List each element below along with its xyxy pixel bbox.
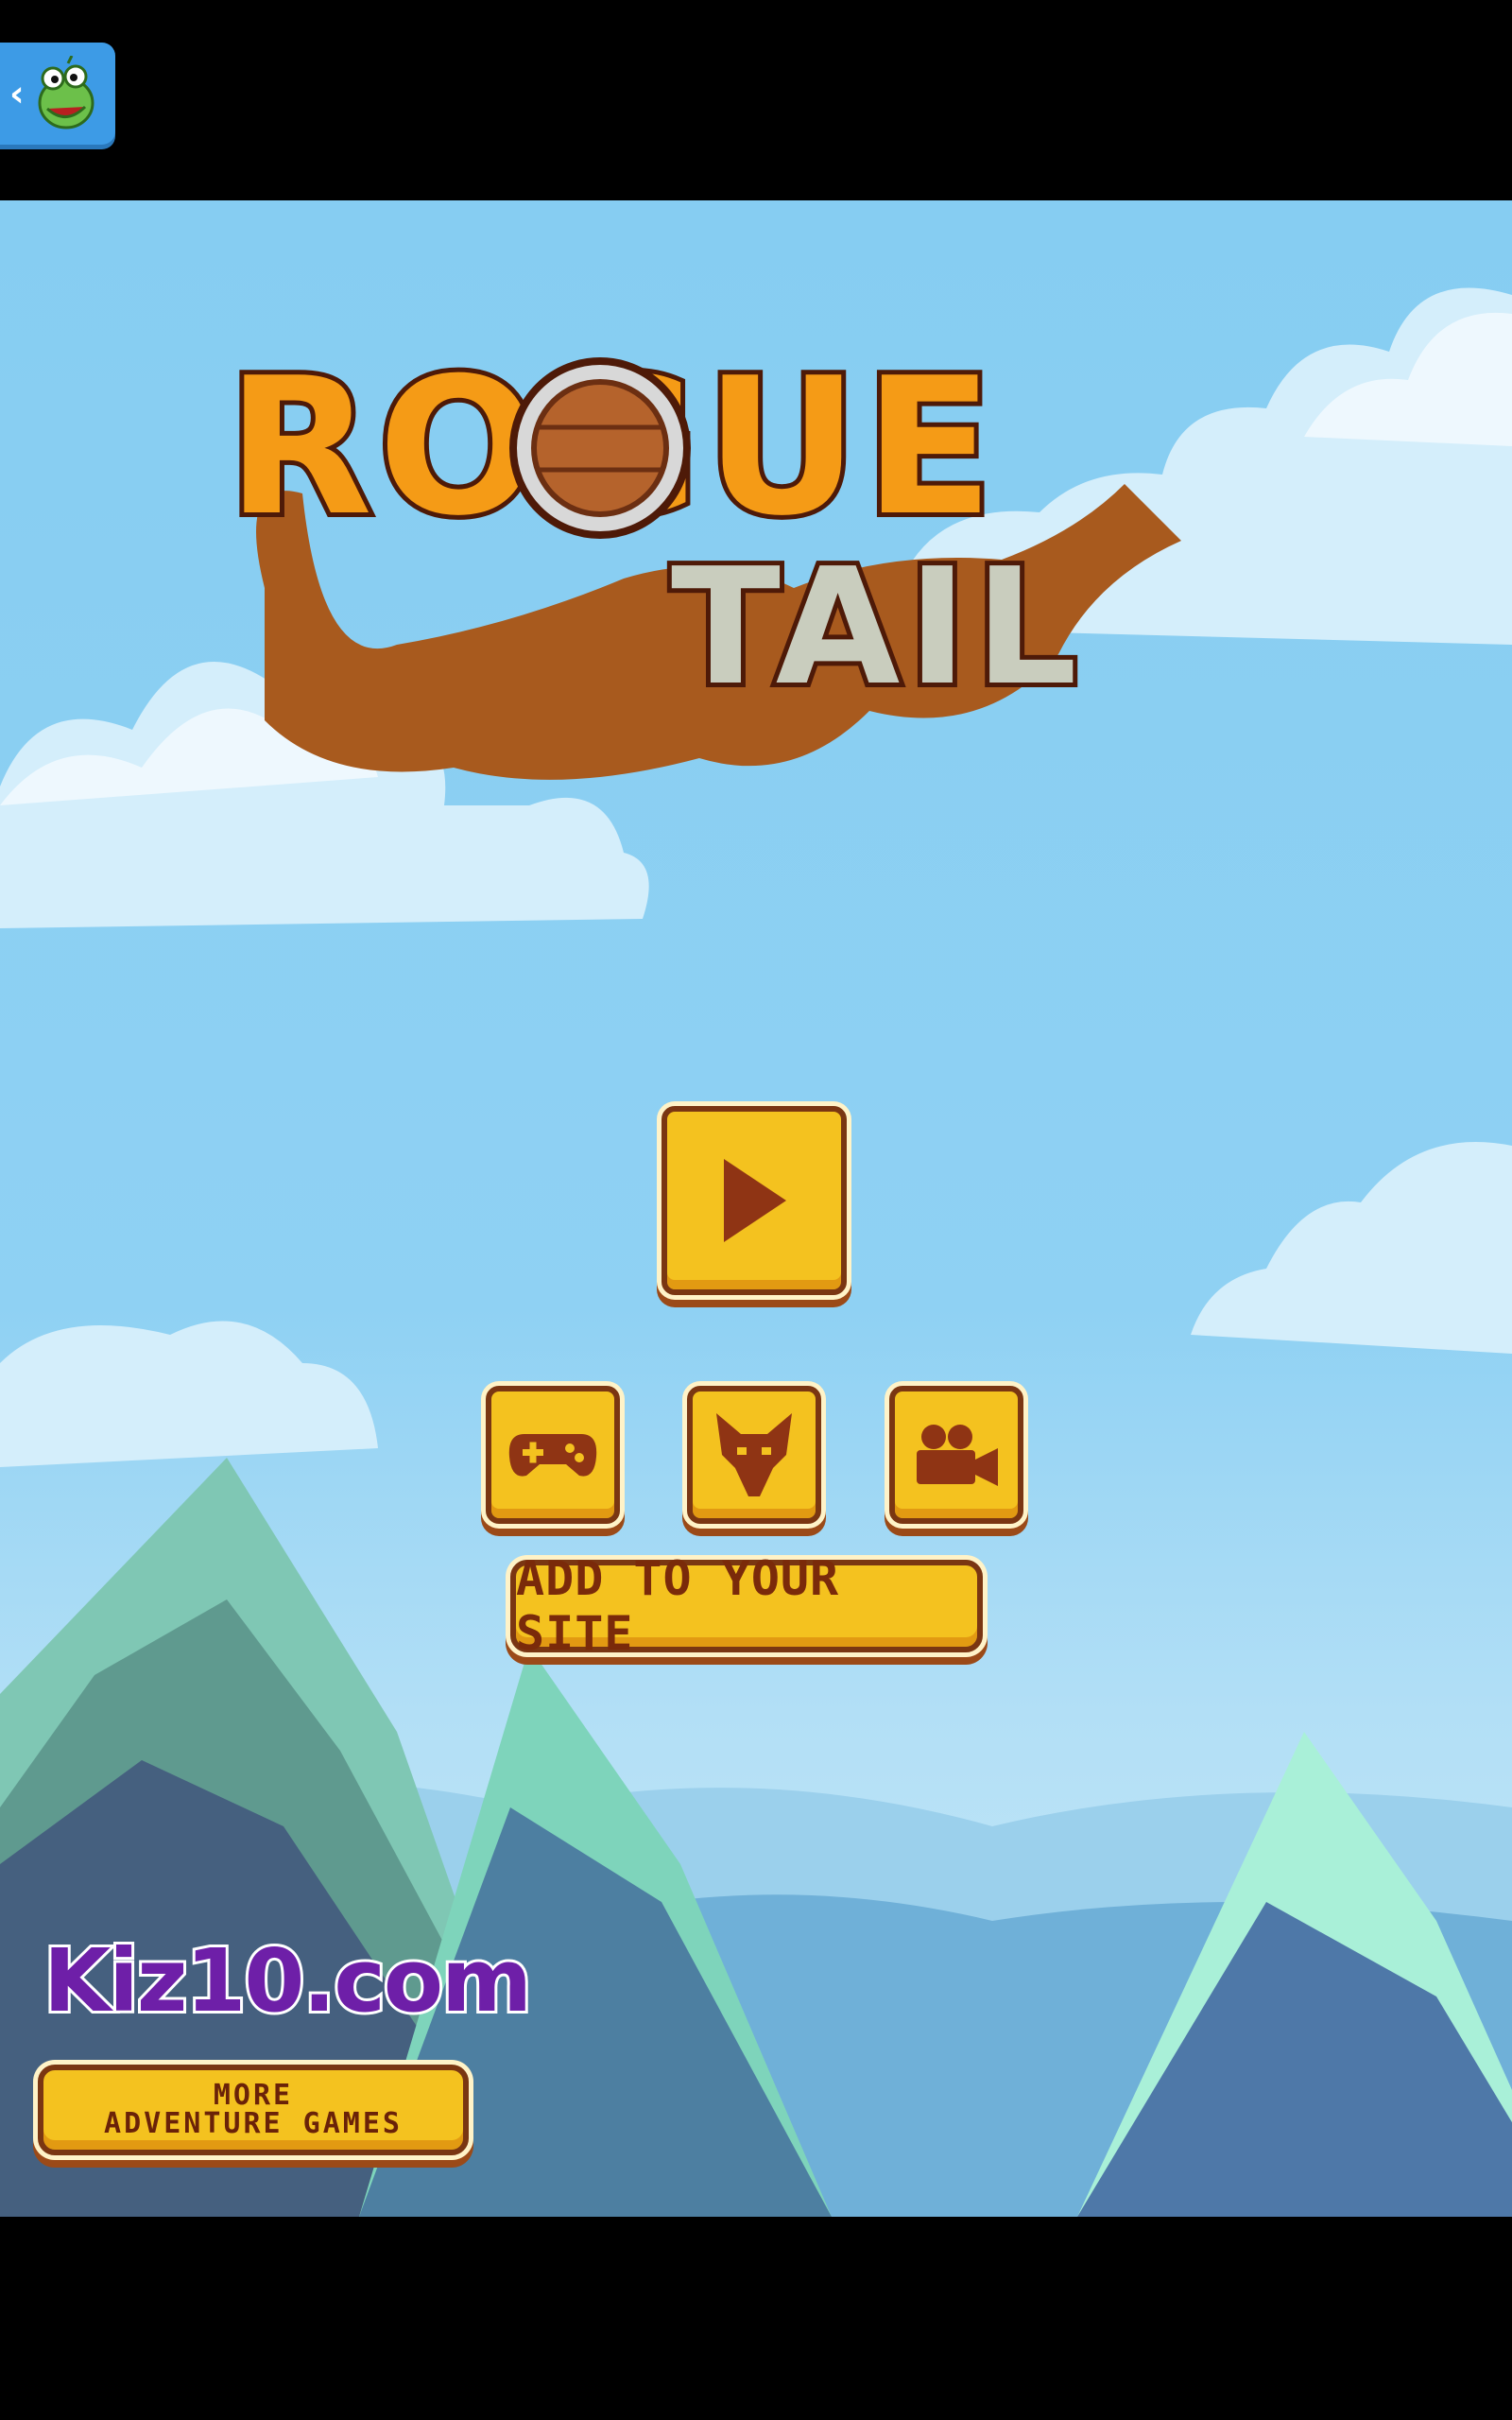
chevron-left-icon: ‹ [9, 73, 25, 114]
add-to-site-button[interactable]: ADD TO YOUR SITE [510, 1551, 983, 1661]
back-button[interactable]: ‹ [0, 43, 115, 145]
add-to-site-label: ADD TO YOUR SITE [516, 1551, 840, 1661]
logo-tail: TAIL [671, 534, 1085, 721]
more-games-line1: MORE [213, 2079, 294, 2112]
kiz10-logo[interactable]: Kiz10.com [41, 1927, 535, 2034]
play-button[interactable] [662, 1106, 847, 1295]
gamepad-icon [508, 1434, 597, 1477]
character-button[interactable] [687, 1386, 821, 1524]
play-icon [724, 1159, 786, 1242]
frog-mascot-icon [38, 56, 94, 130]
more-games-line2: ADVENTURE GAMES [104, 2107, 403, 2140]
video-camera-icon [917, 1425, 998, 1486]
more-games-button[interactable]: MORE ADVENTURE GAMES [38, 2065, 469, 2155]
top-bar: ‹ [0, 0, 1512, 200]
fox-head-icon [716, 1413, 792, 1496]
controls-button[interactable] [486, 1386, 620, 1524]
video-button[interactable] [889, 1386, 1023, 1524]
bottom-bar [0, 2217, 1512, 2420]
game-logo: ROGUE TAIL [227, 342, 1181, 780]
game-stage[interactable]: ROGUE TAIL [0, 200, 1512, 2217]
